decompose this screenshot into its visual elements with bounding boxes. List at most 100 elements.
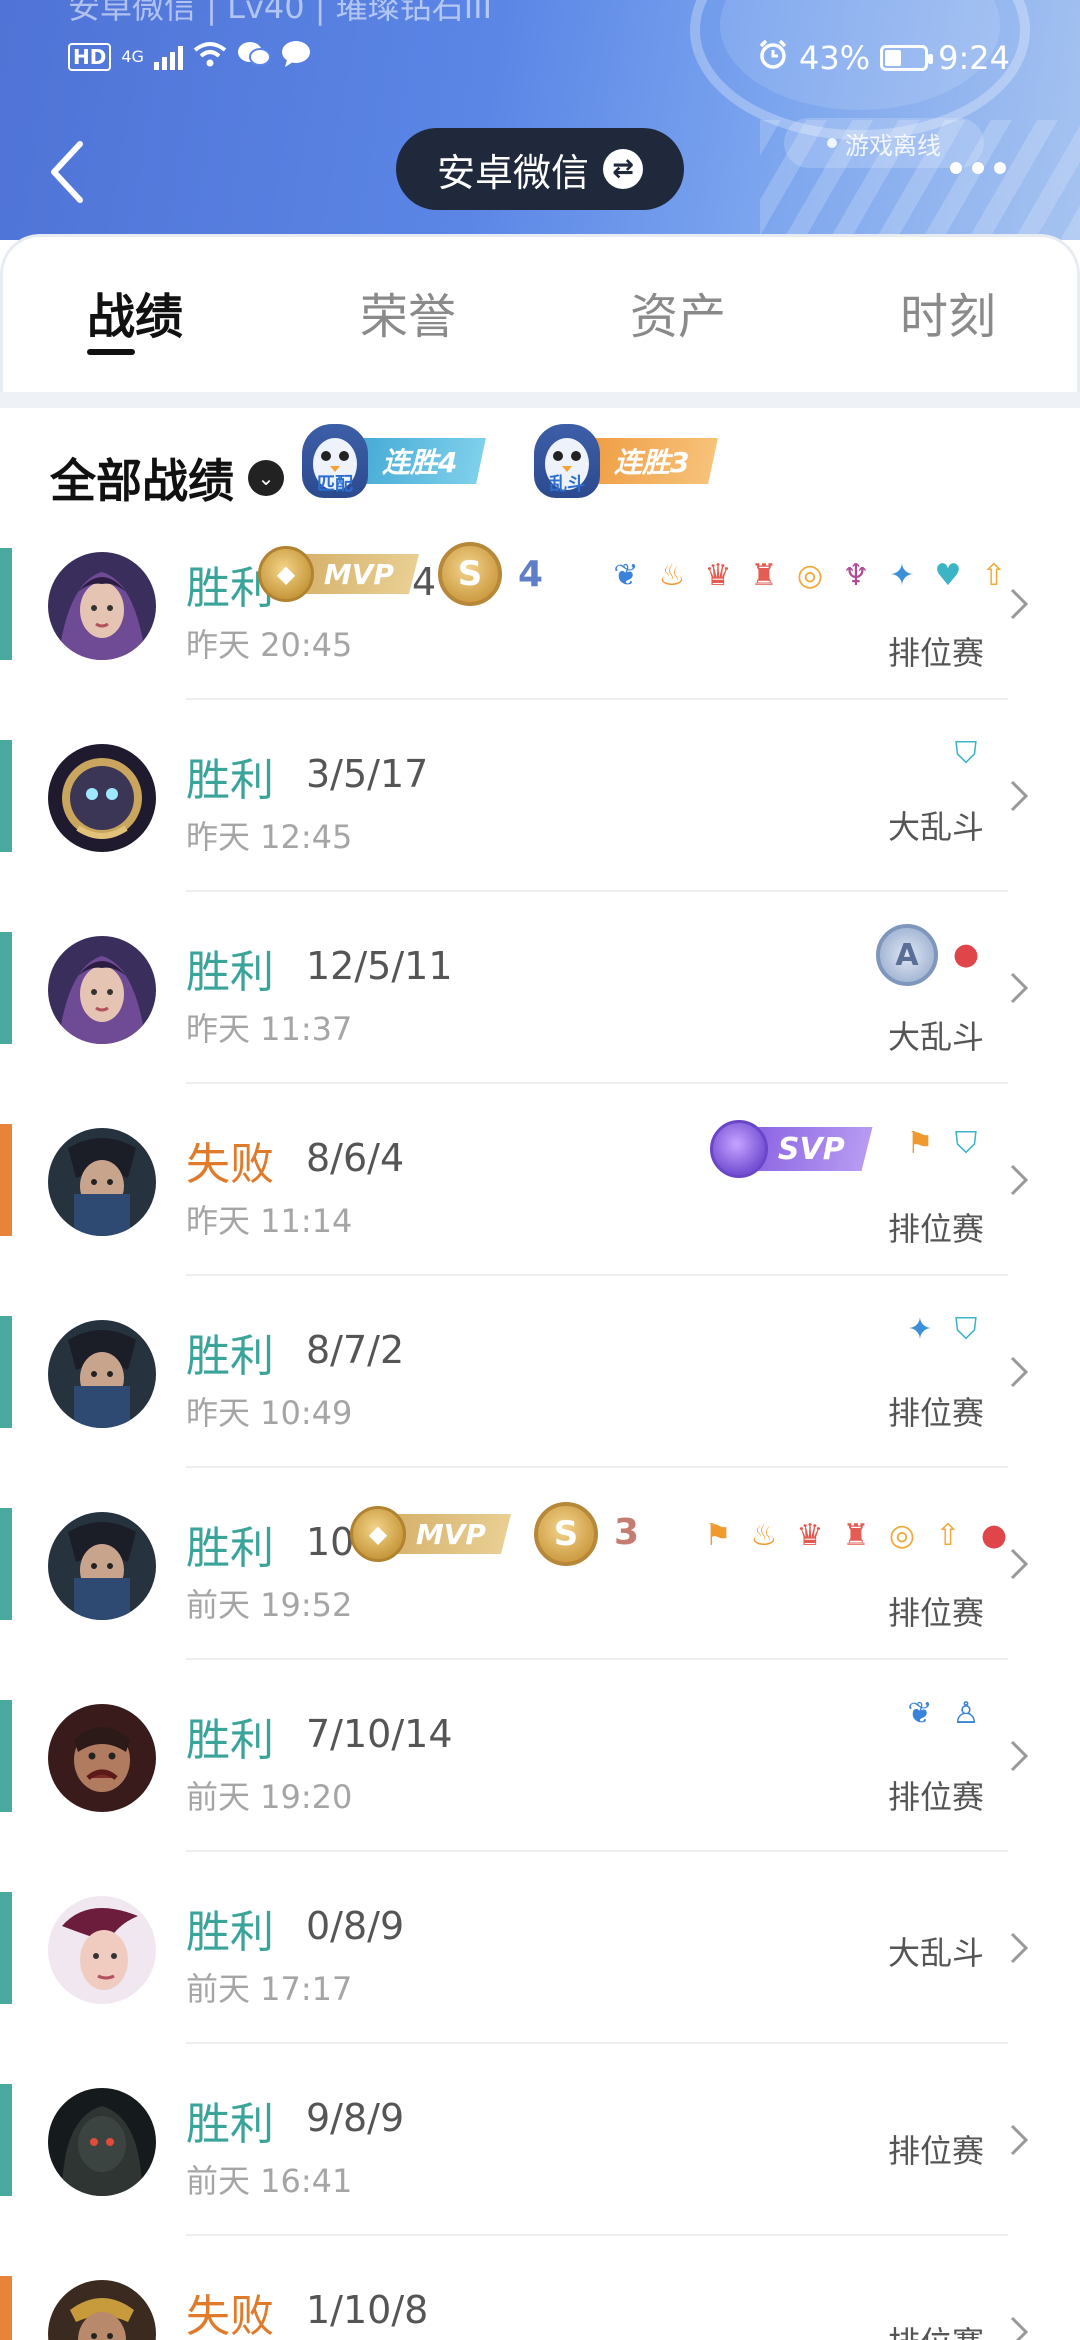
clock-time: 9:24 — [938, 39, 1010, 77]
mvp-badge: ◆ MVP — [258, 546, 420, 602]
match-row[interactable]: 胜利 12/5/11 A ● 昨天 11:37 大乱斗 — [0, 892, 1080, 1084]
svp-coin-icon — [710, 1120, 768, 1178]
back-button[interactable] — [40, 132, 100, 212]
person-icon: ♙ — [952, 1696, 980, 1731]
offline-label: 游戏离线 — [845, 131, 941, 160]
fire-icon: ♨ — [658, 558, 686, 593]
achievement-icons: A ● — [876, 924, 984, 986]
chevron-right-icon — [1010, 780, 1029, 812]
multi-kill-count: 4 — [518, 554, 544, 595]
achievement-icons: ✦ ⛉ — [902, 1312, 984, 1348]
match-row[interactable]: 胜利 10 ◆ MVP S 3 ⚑ ♨ ♛ ♜ ◎ ⇧ ● 前天 19:52 排… — [0, 1468, 1080, 1660]
match-time: 昨天 11:37 — [186, 1010, 353, 1048]
match-kda: 8/6/4 — [306, 1136, 405, 1180]
hero-avatar — [48, 936, 156, 1044]
account-switcher[interactable]: 安卓微信 ⇄ — [396, 128, 684, 210]
win-stripe — [0, 1508, 12, 1620]
match-row[interactable]: 胜利 8/7/2 ✦ ⛉ 昨天 10:49 排位赛 — [0, 1276, 1080, 1468]
match-time: 前天 19:20 — [186, 1778, 353, 1816]
message-icon — [281, 38, 311, 76]
match-mode: 排位赛 — [887, 1778, 984, 1816]
battery-icon — [880, 45, 934, 71]
achievement-icons: ❦ ♨ ♛ ♜ ◎ ♆ ✦ ♥ ⇧ — [608, 558, 1012, 594]
match-row[interactable]: 胜利 0/8/9 前天 17:17 大乱斗 — [0, 1852, 1080, 2044]
mvp-coin-icon: ◆ — [350, 1506, 406, 1562]
tab-moments[interactable]: 时刻 — [900, 277, 996, 347]
header: 安卓微信 | Lv40 | 璀璨钻石III HD 4G 43% 9:24 安卓微… — [0, 0, 1080, 240]
svg-text:乱斗: 乱斗 — [549, 474, 585, 495]
match-result: 胜利 — [186, 947, 274, 998]
loss-stripe — [0, 2276, 12, 2340]
match-row[interactable]: 失败 1/10/8 排位赛 — [0, 2236, 1080, 2340]
shield-icon: ⛉ — [954, 1312, 978, 1347]
filter-label: 全部战绩 — [50, 454, 234, 508]
chevron-right-icon — [1010, 2316, 1029, 2340]
status-bar-left: HD 4G — [68, 38, 311, 76]
tab-honor[interactable]: 荣誉 — [360, 277, 456, 347]
tower-icon: ♜ — [842, 1518, 870, 1553]
match-row[interactable]: 胜利 9/8/9 前天 16:41 排位赛 — [0, 2044, 1080, 2236]
switch-icon: ⇄ — [603, 149, 643, 189]
gold-up-icon: ⇧ — [981, 558, 1007, 593]
match-result: 胜利 — [186, 2099, 274, 2150]
chevron-right-icon — [1010, 1164, 1029, 1196]
bird-icon: ✦ — [889, 558, 915, 593]
chevron-right-icon — [1010, 1932, 1029, 1964]
bird-icon: ✦ — [907, 1312, 933, 1347]
svp-badge: SVP — [710, 1120, 873, 1178]
status-bar-right: 43% 9:24 — [757, 38, 1010, 78]
match-mode: 排位赛 — [887, 1594, 984, 1632]
match-result: 失败 — [186, 2291, 274, 2340]
match-mode: 大乱斗 — [887, 1934, 984, 1972]
match-row[interactable]: 胜利 7/10/14 ❦ ♙ 前天 19:20 排位赛 — [0, 1660, 1080, 1852]
chevron-right-icon — [1010, 1356, 1029, 1388]
gold-icon: ◎ — [796, 558, 824, 593]
match-mode: 排位赛 — [887, 2132, 984, 2170]
demon-icon: ♆ — [842, 558, 870, 593]
hero-avatar — [48, 744, 156, 852]
match-time: 前天 19:52 — [186, 1586, 353, 1624]
match-mode: 排位赛 — [888, 2318, 984, 2340]
win-stripe — [0, 548, 12, 660]
win-stripe — [0, 1892, 12, 2004]
hd-icon: HD — [68, 43, 112, 71]
blood-icon: ● — [952, 937, 980, 972]
win-stripe — [0, 740, 12, 852]
more-button[interactable] — [950, 150, 1014, 186]
chevron-down-icon: ⌄ — [248, 460, 284, 496]
match-mode: 大乱斗 — [887, 808, 984, 846]
tab-bar: 战绩 荣誉 资产 时刻 — [0, 234, 1080, 392]
penguin-mascot-icon: 匹配 — [302, 424, 368, 498]
gold-icon: ◎ — [888, 1518, 916, 1553]
match-result: 胜利 — [186, 1331, 274, 1382]
loss-stripe — [0, 1124, 12, 1236]
match-time: 昨天 12:45 — [186, 818, 353, 856]
match-mode: 排位赛 — [887, 1210, 984, 1248]
match-kda: 7/10/14 — [306, 1712, 453, 1756]
hero-avatar — [48, 1128, 156, 1236]
network-type: 4G — [121, 47, 144, 66]
wechat-icon — [237, 38, 271, 76]
penguin-mascot-icon: 乱斗 — [534, 424, 600, 498]
match-row[interactable]: 失败 8/6/4 SVP ⚑ ⛉ 昨天 11:14 排位赛 — [0, 1084, 1080, 1276]
record-filter[interactable]: 全部战绩 ⌄ — [50, 448, 284, 508]
active-tab-indicator — [87, 349, 135, 355]
match-kda: 0/8/9 — [306, 1904, 405, 1948]
win-stripe — [0, 1700, 12, 1812]
chevron-left-icon — [51, 141, 83, 203]
win-stripe — [0, 2084, 12, 2196]
match-result: 失败 — [186, 1139, 274, 1190]
signal-icon — [153, 44, 183, 70]
match-kda: 3/5/17 — [306, 752, 429, 796]
match-time: 昨天 20:45 — [186, 626, 353, 664]
battery-percent: 43% — [799, 39, 871, 77]
match-row[interactable]: 胜利 3/5/17 ⛉ 昨天 12:45 大乱斗 — [0, 700, 1080, 892]
tab-assets[interactable]: 资产 — [630, 277, 726, 347]
chevron-right-icon — [1010, 2124, 1029, 2156]
match-row[interactable]: 胜利 4 ◆ MVP S 4 ❦ ♨ ♛ ♜ ◎ ♆ ✦ ♥ ⇧ 昨天 20:4… — [0, 508, 1080, 700]
mvp-coin-icon: ◆ — [258, 546, 314, 602]
hero-avatar — [48, 1320, 156, 1428]
mvp-badge: ◆ MVP — [350, 1506, 512, 1562]
flag-icon: ⚑ — [704, 1518, 732, 1553]
tab-record[interactable]: 战绩 — [87, 277, 183, 347]
